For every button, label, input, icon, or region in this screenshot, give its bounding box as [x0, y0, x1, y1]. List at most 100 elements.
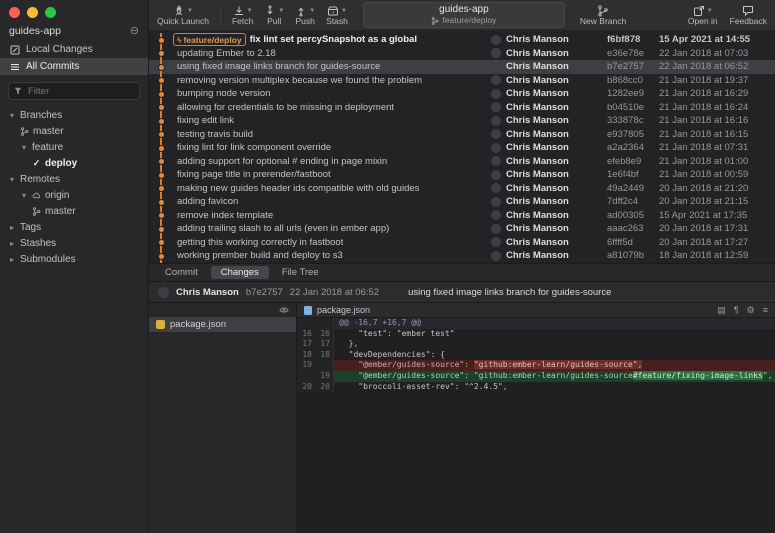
commit-row[interactable]: working prember build and deploy to s3 C…	[149, 249, 775, 263]
avatar	[491, 142, 501, 153]
tab-changes[interactable]: Changes	[210, 266, 269, 279]
commit-graph-lane	[149, 60, 173, 74]
diff-gutter: 19	[297, 360, 334, 371]
chevron-down-icon[interactable]: ▾	[20, 143, 28, 152]
minimize-window-button[interactable]	[27, 7, 38, 18]
tree-label: Submodules	[20, 253, 76, 265]
chevron-down-icon[interactable]: ▾	[20, 191, 28, 200]
commit-row[interactable]: fixing edit link Chris Manson 333878c 21…	[149, 114, 775, 128]
commit-row[interactable]: adding trailing slash to all urls (even …	[149, 222, 775, 236]
button-label: Stash	[326, 16, 348, 26]
commit-author-cell: Chris Manson	[491, 34, 607, 45]
commit-message: remove index template	[177, 209, 274, 221]
detail-date: 22 Jan 2018 at 06:52	[289, 286, 380, 298]
zoom-window-button[interactable]	[45, 7, 56, 18]
tree-section-remotes[interactable]: ▾ Remotes	[0, 171, 148, 187]
repo-branch-selector[interactable]: guides-app feature/deploy	[362, 2, 565, 28]
chevron-down-icon[interactable]: ▾	[8, 175, 16, 184]
chevron-right-icon[interactable]: ▸	[8, 239, 16, 248]
tree-section-submodules[interactable]: ▸ Submodules	[0, 251, 148, 267]
commit-row[interactable]: adding favicon Chris Manson 7dff2c4 20 J…	[149, 195, 775, 209]
diff-gutter: 16 16	[297, 328, 334, 340]
commit-row[interactable]: remove index template Chris Manson ad003…	[149, 208, 775, 223]
commit-row[interactable]: allowing for credentials to be missing i…	[149, 100, 775, 115]
commit-author-cell: Chris Manson	[491, 169, 607, 180]
commit-row[interactable]: fixing page title in prerender/fastboot …	[149, 168, 775, 182]
commit-message-cell: adding trailing slash to all urls (even …	[173, 223, 491, 234]
collapse-repo-icon[interactable]: ⊖	[130, 24, 139, 37]
close-window-button[interactable]	[9, 7, 20, 18]
expand-icon[interactable]: ≡	[763, 305, 768, 315]
diff-line-text: "devDependencies": {	[339, 349, 445, 359]
commit-hash: 49a2449	[607, 182, 644, 194]
file-row[interactable]: package.json	[149, 317, 296, 332]
commit-list[interactable]: ϟ feature/deploy fix lint set percySnapsh…	[149, 31, 775, 263]
tree-item-branch-deploy[interactable]: ✓ deploy	[0, 155, 148, 171]
diff-line: 19 "@ember/guides-source": "github:ember…	[297, 370, 775, 382]
commit-row[interactable]: making new guides header ids compatible …	[149, 181, 775, 196]
diff-content[interactable]: @@ -16,7 +16,7 @@ 16 16 "test": "ember te…	[297, 318, 775, 533]
commit-author-cell: Chris Manson	[491, 75, 607, 86]
old-line-number	[297, 371, 315, 382]
open-in-button[interactable]: ▼ Open in	[688, 4, 718, 26]
tree-section-branches[interactable]: ▾ Branches	[0, 107, 148, 123]
commit-hash: 1e6f4bf	[607, 169, 639, 181]
rocket-icon	[176, 5, 182, 15]
tree-item-branch-master[interactable]: master	[0, 123, 148, 139]
commit-dot-icon	[157, 131, 165, 139]
filter-input[interactable]	[26, 84, 134, 98]
branch-filter[interactable]	[8, 82, 140, 100]
feedback-button[interactable]: Feedback	[730, 4, 767, 26]
stash-button[interactable]: ▼ Stash	[326, 4, 348, 26]
commit-date: 21 Jan 2018 at 01:00	[659, 155, 749, 167]
commit-row[interactable]: bumping node version Chris Manson 1282ee…	[149, 87, 775, 101]
commit-row[interactable]: adding support for optional # ending in …	[149, 154, 775, 169]
split-view-icon[interactable]: ▤	[717, 305, 726, 315]
chevron-down-icon[interactable]: ▾	[8, 111, 16, 120]
sidebar-item-all-commits[interactable]: All Commits	[0, 58, 148, 75]
quick-launch-button[interactable]: ▼ Quick Launch	[157, 4, 209, 26]
commit-row[interactable]: getting this working correctly in fastbo…	[149, 235, 775, 250]
commit-message-cell: ϟ feature/deploy fix lint set percySnapsh…	[173, 33, 491, 47]
author-name: Chris Manson	[506, 47, 569, 59]
commit-row[interactable]: using fixed image links branch for guide…	[149, 60, 775, 74]
commit-row[interactable]: fixing lint for link component override …	[149, 141, 775, 155]
push-button[interactable]: ▼ Push	[295, 4, 315, 26]
commit-row[interactable]: removing version multiplex because we fo…	[149, 73, 775, 88]
wrap-lines-icon[interactable]: ¶	[734, 305, 739, 315]
pull-button[interactable]: ▼ Pull	[264, 4, 284, 26]
open-external-icon	[693, 5, 704, 16]
diff-line-text: "test": "ember test"	[339, 328, 455, 338]
tree-section-stashes[interactable]: ▸ Stashes	[0, 235, 148, 251]
commit-date: 21 Jan 2018 at 16:16	[659, 115, 749, 127]
chevron-right-icon[interactable]: ▸	[8, 255, 16, 264]
eye-icon[interactable]	[279, 305, 289, 315]
commit-row[interactable]: updating Ember to 2.18 Chris Manson e36e…	[149, 46, 775, 61]
fetch-button[interactable]: ▼ Fetch	[232, 4, 253, 26]
commit-message: adding support for optional # ending in …	[177, 155, 388, 167]
tree-item-branch-feature[interactable]: ▾ feature	[0, 139, 148, 155]
changed-files-list[interactable]: package.json	[149, 317, 296, 332]
commit-message: fixing edit link	[177, 115, 235, 127]
author-name: Chris Manson	[506, 209, 569, 221]
chevron-right-icon[interactable]: ▸	[8, 223, 16, 232]
new-line-number	[315, 318, 333, 329]
tab-file-tree[interactable]: File Tree	[272, 266, 329, 279]
file-panel-header	[149, 303, 296, 317]
tree-section-tags[interactable]: ▸ Tags	[0, 219, 148, 235]
tree-item-remote-origin[interactable]: ▾ origin	[0, 187, 148, 203]
diff-settings-icon[interactable]: ⚙	[747, 305, 755, 315]
branch-badge[interactable]: ϟ feature/deploy	[173, 33, 246, 47]
tab-commit[interactable]: Commit	[155, 266, 208, 279]
feedback-bubble-icon	[743, 5, 754, 16]
author-name: Chris Manson	[506, 155, 569, 167]
branch-icon	[20, 126, 29, 136]
commit-row[interactable]: ϟ feature/deploy fix lint set percySnapsh…	[149, 33, 775, 47]
sidebar-item-local-changes[interactable]: Local Changes	[0, 41, 148, 58]
author-name: Chris Manson	[506, 250, 569, 262]
commit-row[interactable]: testing travis build Chris Manson e93780…	[149, 127, 775, 142]
tree-item-remote-master[interactable]: master	[0, 203, 148, 219]
toolbar-divider	[219, 6, 221, 24]
push-icon	[298, 7, 304, 16]
new-branch-button[interactable]: New Branch	[580, 4, 626, 26]
